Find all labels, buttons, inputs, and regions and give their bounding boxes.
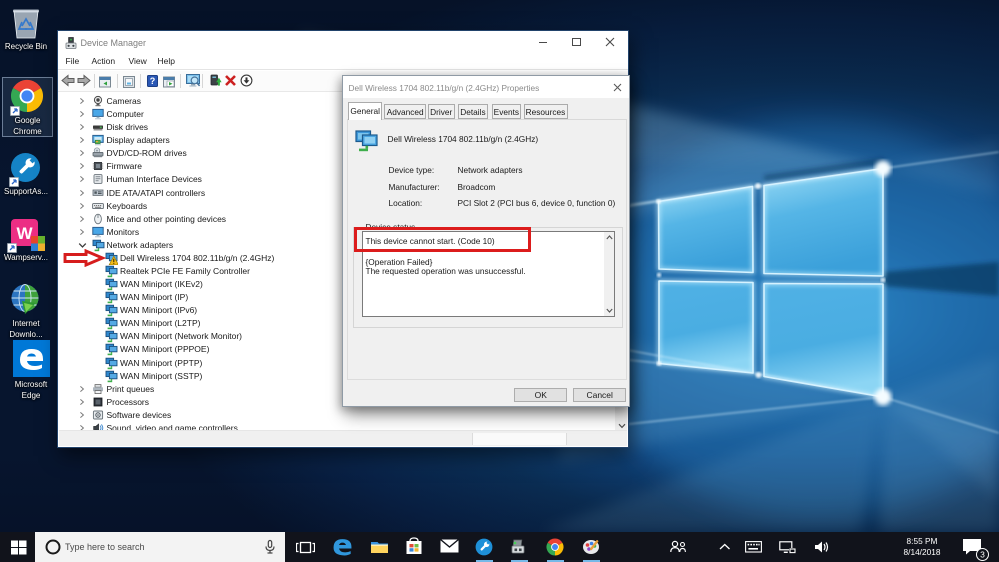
svg-text:?: ?: [149, 76, 155, 86]
svg-text:W: W: [16, 224, 33, 243]
svg-text:3: 3: [980, 550, 985, 560]
